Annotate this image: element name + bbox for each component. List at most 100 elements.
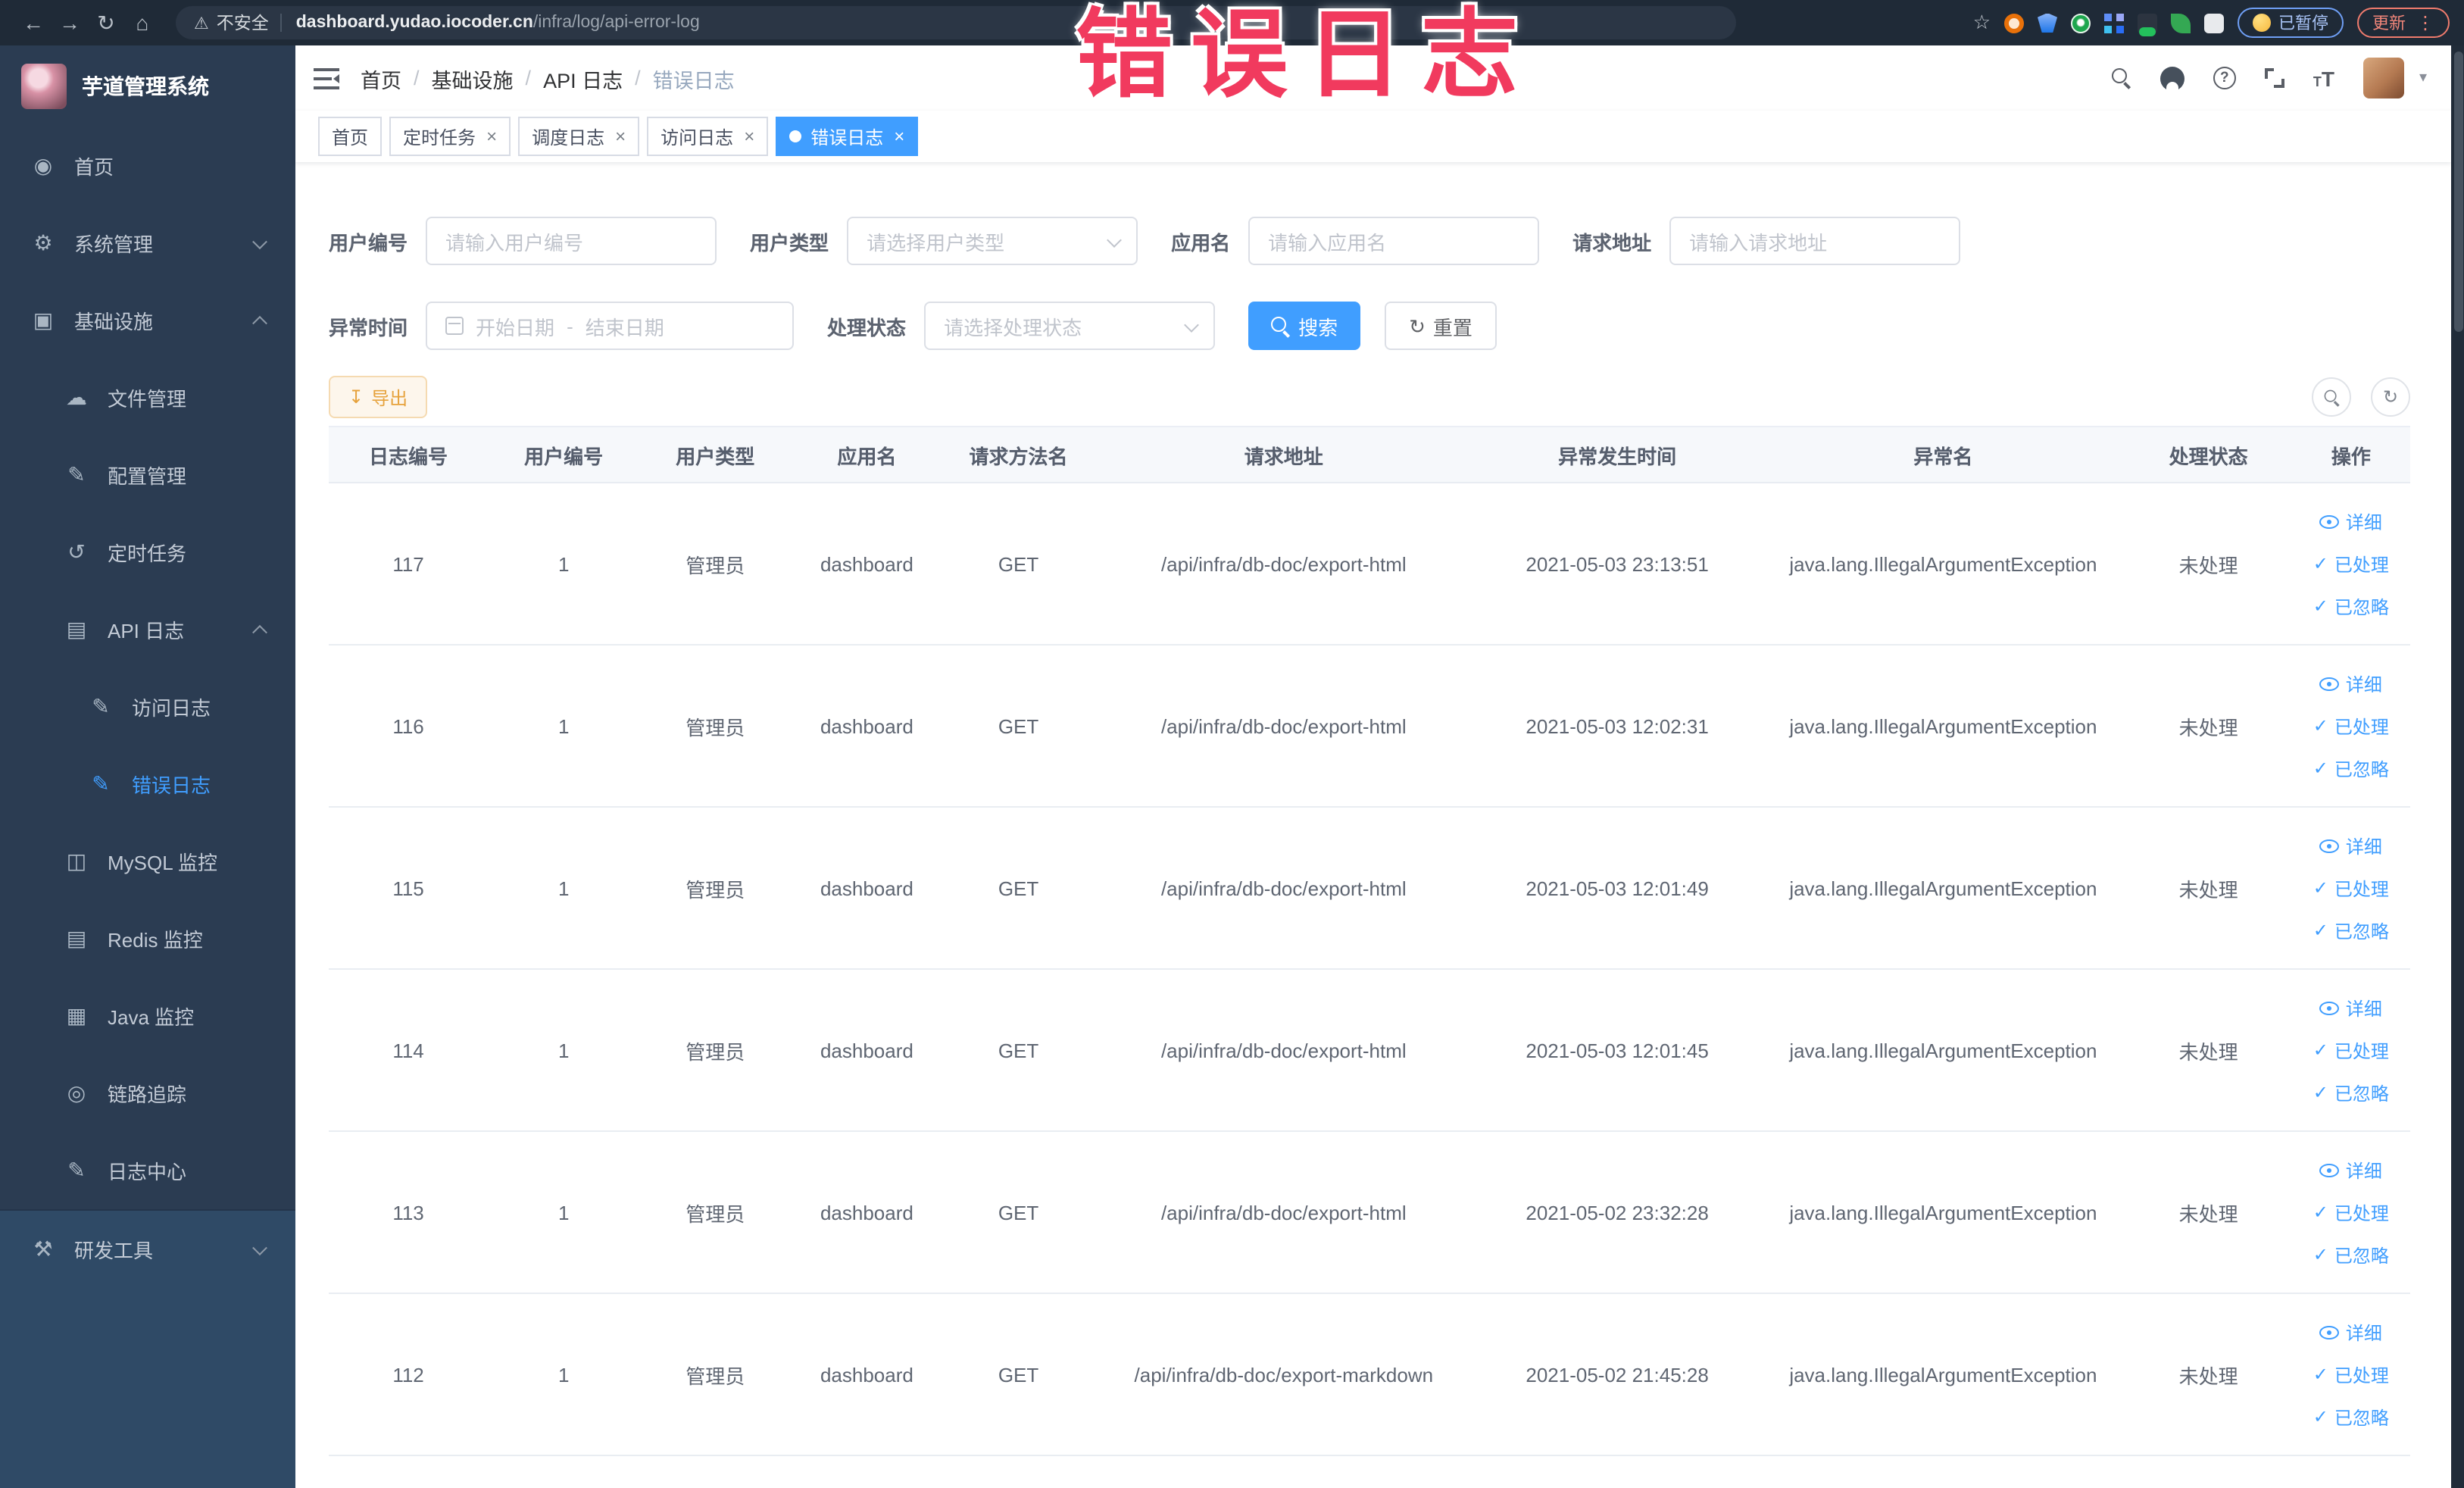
extensions-puzzle-icon[interactable] [2204, 13, 2224, 33]
mark-processed-link[interactable]: ✓ 已处理 [2313, 551, 2389, 577]
fullscreen-icon[interactable] [2264, 68, 2284, 88]
mark-ignored-link[interactable]: ✓ 已忽略 [2313, 1404, 2389, 1430]
address-bar[interactable]: ⚠ 不安全 dashboard.yudao.iocoder.cn /infra/… [176, 6, 1736, 39]
paused-badge[interactable]: 已暂停 [2238, 8, 2344, 38]
sidebar-item-api-log[interactable]: ▤ API 日志 [0, 591, 295, 668]
github-icon[interactable] [2160, 66, 2184, 90]
detail-link[interactable]: 详细 [2319, 995, 2382, 1021]
mark-processed-link[interactable]: ✓ 已处理 [2313, 713, 2389, 739]
close-icon[interactable]: × [744, 127, 754, 145]
extension-icon-green[interactable] [2071, 13, 2091, 33]
user-type-select[interactable]: 请选择用户类型 [847, 217, 1138, 265]
date-range-picker[interactable]: 开始日期 - 结束日期 [426, 302, 795, 350]
mark-processed-label: 已处理 [2334, 1365, 2389, 1386]
date-separator: - [567, 314, 573, 337]
reset-button[interactable]: ↻ 重置 [1385, 302, 1497, 350]
detail-link[interactable]: 详细 [2319, 1319, 2382, 1345]
process-status-select[interactable]: 请选择处理状态 [924, 302, 1216, 350]
mark-ignored-link[interactable]: ✓ 已忽略 [2313, 593, 2389, 619]
sidebar-item-config-management[interactable]: ✎ 配置管理 [0, 436, 295, 514]
breadcrumb-item[interactable]: 首页 [361, 63, 401, 93]
sidebar-item-infrastructure[interactable]: ▣ 基础设施 [0, 282, 295, 359]
avatar-caret-icon[interactable]: ▾ [2419, 70, 2427, 86]
breadcrumb-separator: / [414, 67, 420, 89]
paused-badge-label: 已暂停 [2278, 15, 2328, 33]
extension-icon-shield[interactable] [2038, 13, 2057, 33]
mark-ignored-link[interactable]: ✓ 已忽略 [2313, 1080, 2389, 1105]
mark-processed-link[interactable]: ✓ 已处理 [2313, 1199, 2389, 1225]
avatar[interactable] [2363, 58, 2404, 98]
extension-icon-grid[interactable] [2104, 13, 2124, 33]
sidebar-item-error-log[interactable]: ✎ 错误日志 [0, 746, 295, 823]
toggle-search-button[interactable] [2312, 377, 2351, 417]
detail-link-label: 详细 [2345, 674, 2382, 695]
mark-processed-label: 已处理 [2334, 716, 2389, 737]
browser-forward-icon[interactable]: → [52, 11, 88, 35]
tab-error-log[interactable]: 错误日志 × [776, 117, 919, 156]
detail-link[interactable]: 详细 [2319, 833, 2382, 858]
export-button[interactable]: ↧ 导出 [329, 376, 428, 418]
check-icon: ✓ [2313, 1364, 2328, 1385]
browser-home-icon[interactable]: ⌂ [124, 11, 161, 35]
detail-link[interactable]: 详细 [2319, 508, 2382, 534]
collapse-sidebar-icon[interactable] [314, 67, 339, 89]
mark-processed-link[interactable]: ✓ 已处理 [2313, 875, 2389, 901]
close-icon[interactable]: × [894, 127, 904, 145]
filter-row-1: 用户编号 请输入用户编号 用户类型 请选择用户类型 应用名 请输入应用名 请求地… [329, 217, 2410, 265]
column-header: 处理状态 [2125, 426, 2292, 483]
sidebar-item-java-monitor[interactable]: ▦ Java 监控 [0, 977, 295, 1055]
extension-icon-on-toggle[interactable] [2138, 13, 2157, 36]
sidebar-item-file-management[interactable]: ☁ 文件管理 [0, 359, 295, 436]
browser-back-icon[interactable]: ← [15, 11, 52, 35]
browser-menu-dots-icon[interactable]: ⋮ [2416, 12, 2434, 33]
browser-reload-icon[interactable]: ↻ [88, 10, 124, 36]
sidebar-item-redis-monitor[interactable]: ▤ Redis 监控 [0, 900, 295, 977]
sidebar-footer-section: ⚒ 研发工具 [0, 1209, 295, 1488]
font-size-icon[interactable]: TT [2313, 66, 2334, 90]
app-logo [21, 64, 67, 109]
not-secure-label[interactable]: 不安全 [217, 11, 269, 35]
sidebar-item-scheduled-tasks[interactable]: ↺ 定时任务 [0, 514, 295, 591]
sidebar-item-trace[interactable]: ◎ 链路追踪 [0, 1055, 295, 1132]
mark-ignored-link[interactable]: ✓ 已忽略 [2313, 755, 2389, 781]
user-id-input[interactable]: 请输入用户编号 [426, 217, 717, 265]
tab-home[interactable]: 首页 [318, 117, 383, 156]
search-icon[interactable] [2111, 68, 2131, 88]
mark-ignored-link[interactable]: ✓ 已忽略 [2313, 917, 2389, 943]
browser-update-button[interactable]: 更新 ⋮ [2357, 8, 2450, 38]
sidebar-item-home[interactable]: ◉ 首页 [0, 127, 295, 205]
check-icon: ✓ [2313, 877, 2328, 899]
sidebar-item-label: 首页 [74, 156, 114, 179]
sidebar-item-access-log[interactable]: ✎ 访问日志 [0, 668, 295, 746]
tab-access-log[interactable]: 访问日志 × [647, 117, 769, 156]
user-type-cell: 管理员 [639, 807, 792, 970]
tab-scheduled-tasks[interactable]: 定时任务 × [389, 117, 511, 156]
mark-processed-link[interactable]: ✓ 已处理 [2313, 1361, 2389, 1387]
extension-icon-orange[interactable] [2004, 13, 2024, 33]
app-name-input[interactable]: 请输入应用名 [1248, 217, 1540, 265]
refresh-table-button[interactable]: ↻ [2371, 377, 2410, 417]
page-scrollbar[interactable] [2451, 45, 2464, 1488]
detail-link-label: 详细 [2345, 511, 2382, 533]
close-icon[interactable]: × [615, 127, 626, 145]
extension-icon-sprout[interactable] [2171, 13, 2191, 33]
eye-icon [2319, 514, 2340, 528]
breadcrumb-item[interactable]: 基础设施 [432, 63, 514, 93]
breadcrumb-item[interactable]: API 日志 [543, 63, 623, 93]
request-url-input[interactable]: 请输入请求地址 [1669, 217, 1961, 265]
mark-ignored-label: 已忽略 [2334, 596, 2389, 617]
tab-schedule-log[interactable]: 调度日志 × [518, 117, 640, 156]
sidebar-item-log-center[interactable]: ✎ 日志中心 [0, 1132, 295, 1209]
sidebar-item-dev-tools[interactable]: ⚒ 研发工具 [0, 1211, 295, 1288]
detail-link[interactable]: 详细 [2319, 671, 2382, 696]
detail-link[interactable]: 详细 [2319, 1157, 2382, 1183]
mark-ignored-link[interactable]: ✓ 已忽略 [2313, 1242, 2389, 1268]
sidebar-item-system-management[interactable]: ⚙ 系统管理 [0, 205, 295, 282]
sidebar-item-mysql-monitor[interactable]: ◫ MySQL 监控 [0, 823, 295, 900]
close-icon[interactable]: × [486, 127, 497, 145]
mark-processed-link[interactable]: ✓ 已处理 [2313, 1037, 2389, 1063]
help-icon[interactable] [2213, 67, 2236, 89]
scrollbar-thumb[interactable] [2453, 52, 2462, 332]
bookmark-star-icon[interactable]: ☆ [1973, 11, 1991, 35]
search-button[interactable]: 搜索 [1248, 302, 1361, 350]
